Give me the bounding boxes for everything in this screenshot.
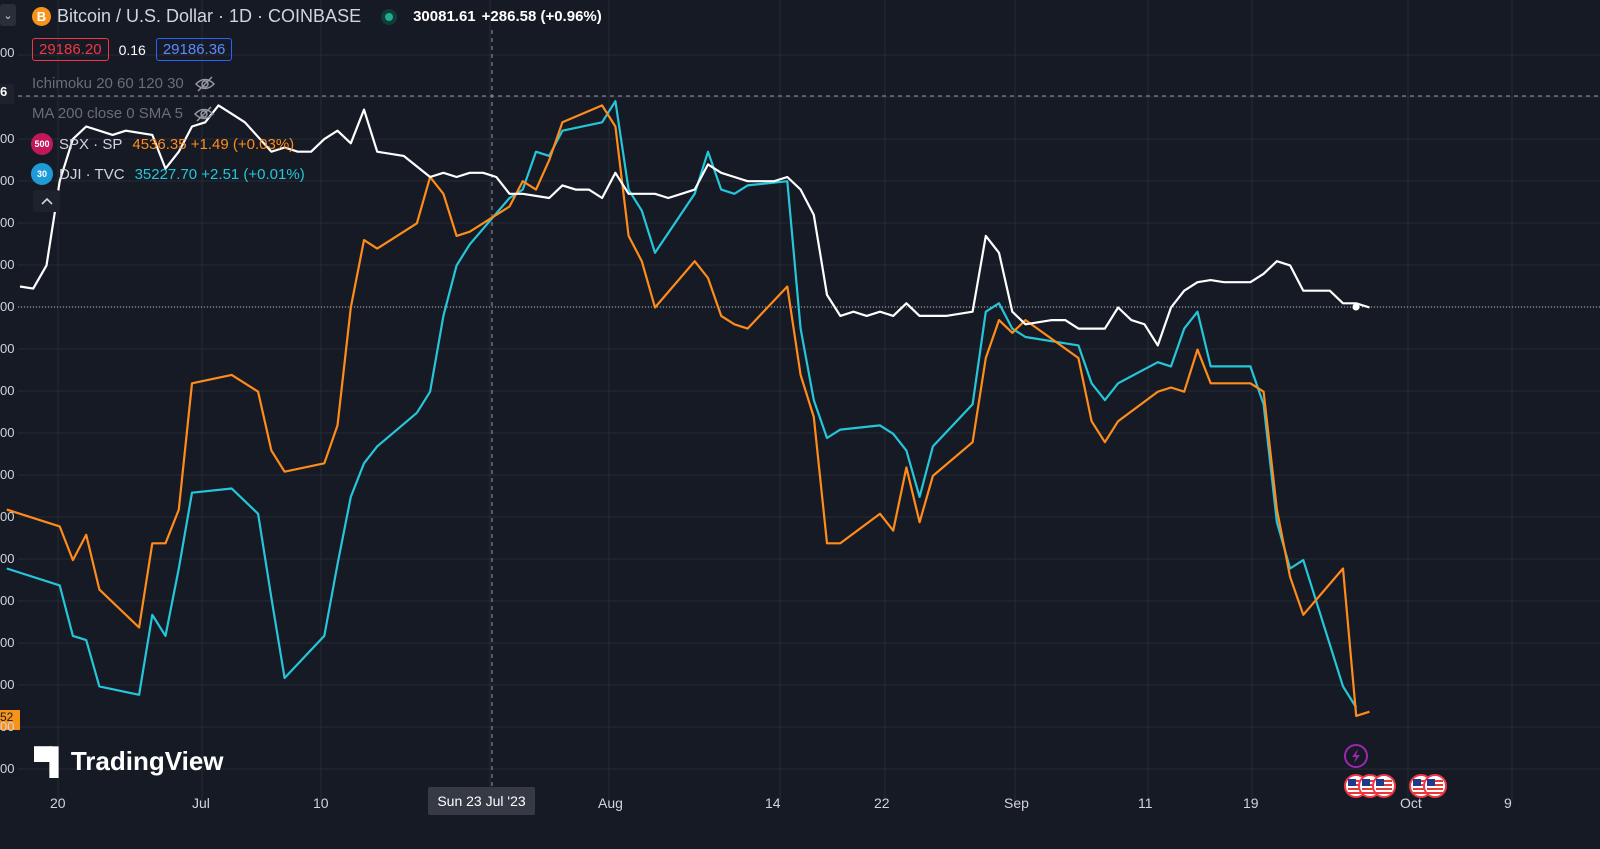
y-tick-label: 00	[0, 257, 15, 272]
chart-legend: B Bitcoin / U.S. Dollar · 1D · COINBASE …	[0, 0, 1000, 220]
x-tick-label: 10	[313, 795, 329, 811]
y-tick-label: 00	[0, 299, 15, 314]
y-tick-label: 00	[0, 677, 15, 692]
y-tick-label: 00	[0, 467, 15, 482]
x-tick-label: Aug	[598, 795, 623, 811]
y-tick-label: 00	[0, 509, 15, 524]
chevron-up-icon[interactable]	[33, 190, 60, 212]
x-tick-label: Sep	[1004, 795, 1029, 811]
x-crosshair-label: Sun 23 Jul '23	[428, 787, 535, 815]
eye-hidden-icon[interactable]	[194, 75, 216, 92]
compare-spx[interactable]: 500 SPX · SP 4536.35 +1.49 (+0.03%)	[31, 133, 294, 155]
spread-value: 0.16	[118, 41, 146, 58]
market-open-dot-icon	[381, 8, 398, 25]
x-tick-label: 22	[874, 795, 890, 811]
btc-last-point	[1352, 303, 1360, 311]
indicator-label: MA 200 close 0 SMA 5	[32, 105, 183, 122]
us-flag-icon[interactable]	[1372, 774, 1396, 798]
compare-dji[interactable]: 30 DJI · TVC 35227.70 +2.51 (+0.01%)	[31, 163, 305, 185]
y-tick-label: 00	[0, 719, 15, 734]
bitcoin-icon: B	[32, 7, 51, 26]
eye-hidden-icon[interactable]	[193, 105, 215, 122]
spx-badge-icon: 500	[31, 133, 53, 155]
compare-symbol: SPX · SP	[59, 135, 123, 153]
y-crosshair-label: 6	[0, 84, 14, 104]
tradingview-logo-icon: ▀▌	[34, 746, 68, 776]
last-price: 30081.61	[413, 8, 476, 25]
indicator-label: Ichimoku 20 60 120 30	[32, 75, 184, 92]
ask-button[interactable]: 29186.36	[155, 38, 233, 61]
lightning-icon[interactable]	[1344, 744, 1368, 768]
economic-events	[1344, 774, 1447, 798]
y-tick-label: 00	[0, 131, 15, 146]
bid-ask-row: 29186.20 0.16 29186.36	[32, 38, 233, 61]
x-tick-label: 11	[1138, 795, 1153, 811]
x-tick-label: Jul	[192, 795, 210, 811]
y-tick-label: 00	[0, 551, 15, 566]
compare-value: 4536.35 +1.49 (+0.03%)	[132, 135, 295, 153]
dji-badge-icon: 30	[31, 163, 53, 185]
tradingview-logo[interactable]: ▀▌ TradingView	[34, 746, 224, 777]
x-tick-label: 19	[1243, 795, 1259, 811]
y-tick-label: 00	[0, 593, 15, 608]
symbol-title[interactable]: Bitcoin / U.S. Dollar · 1D · COINBASE	[57, 6, 361, 27]
x-tick-label: 20	[50, 795, 66, 811]
compare-value: 35227.70 +2.51 (+0.01%)	[134, 165, 305, 183]
y-tick-label: 00	[0, 425, 15, 440]
symbol-header: B Bitcoin / U.S. Dollar · 1D · COINBASE …	[32, 6, 602, 27]
bid-button[interactable]: 29186.20	[32, 38, 109, 61]
x-tick-label: Oct	[1400, 795, 1422, 811]
y-tick-label: 00	[0, 761, 15, 776]
indicator-ma[interactable]: MA 200 close 0 SMA 5	[32, 105, 215, 122]
y-tick-label: 00	[0, 341, 15, 356]
y-tick-label: 00	[0, 215, 15, 230]
logo-text: TradingView	[70, 746, 224, 776]
x-tick-label: 9	[1504, 795, 1512, 811]
y-tick-label: 00	[0, 383, 15, 398]
y-tick-label: 00	[0, 635, 15, 650]
y-tick-label: 00	[0, 173, 15, 188]
price-change: +286.58 (+0.96%)	[481, 8, 602, 25]
indicator-ichimoku[interactable]: Ichimoku 20 60 120 30	[32, 75, 216, 92]
compare-symbol: DJI · TVC	[59, 165, 125, 183]
us-flag-icon[interactable]	[1423, 774, 1447, 798]
y-tick-label: 00	[0, 45, 15, 60]
x-tick-label: 14	[765, 795, 781, 811]
